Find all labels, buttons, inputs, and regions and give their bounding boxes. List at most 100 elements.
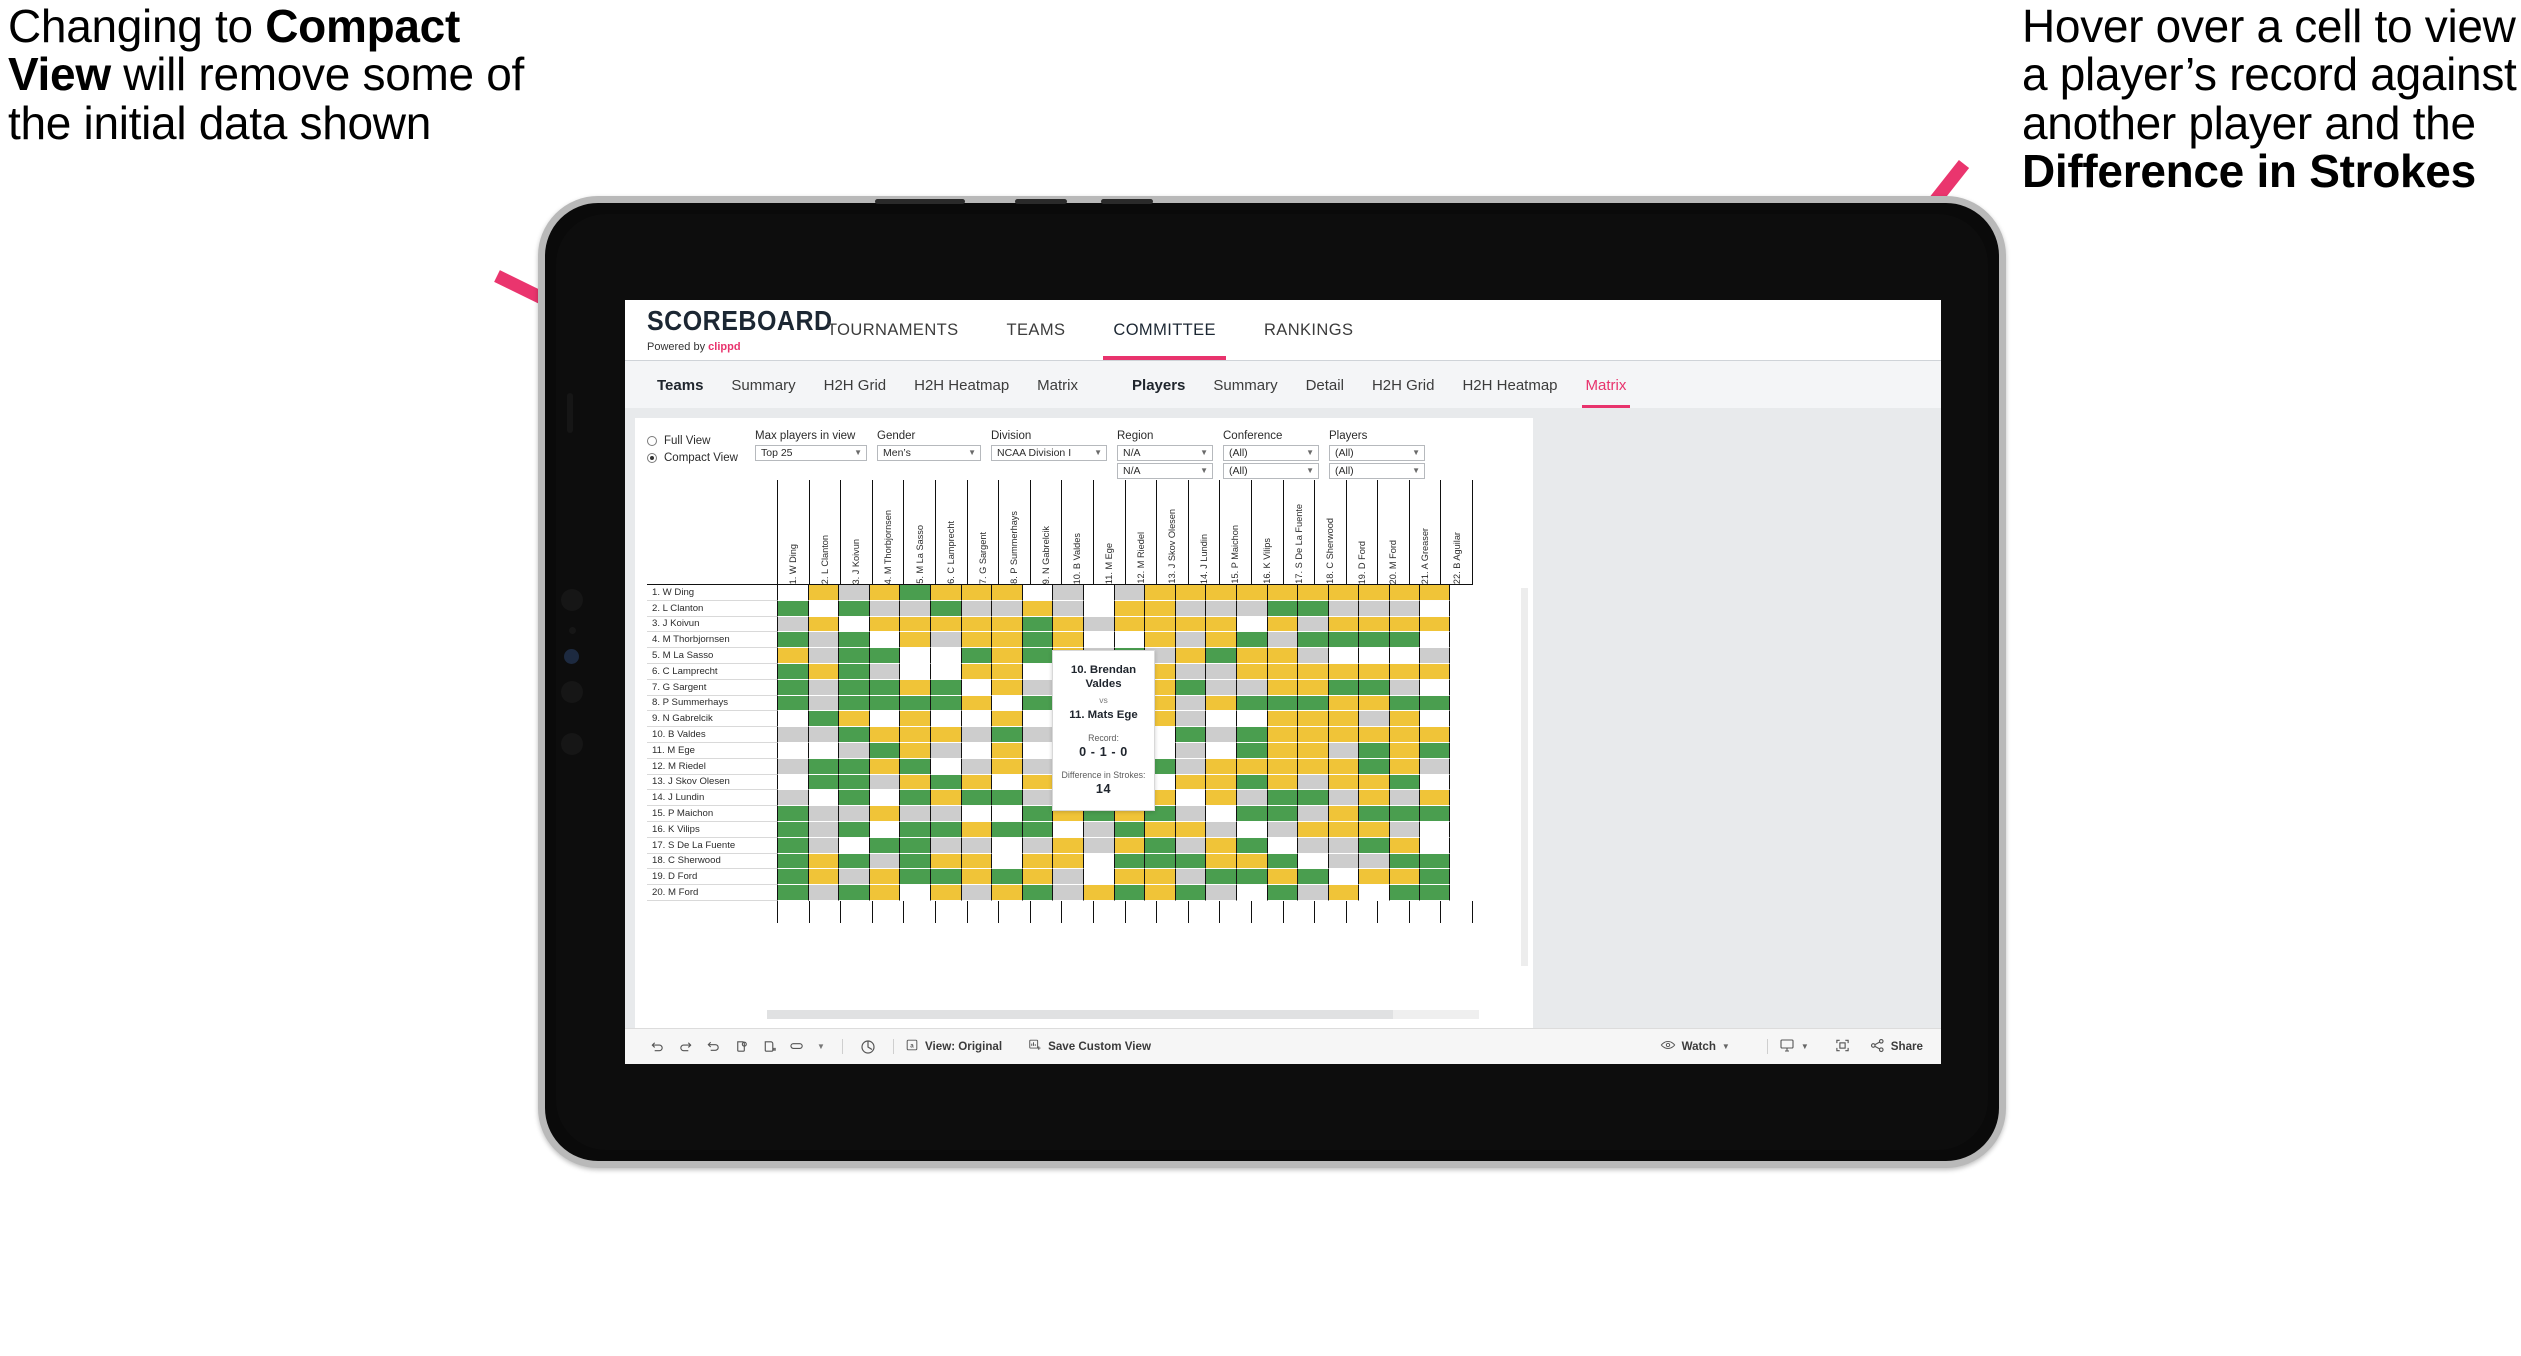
matrix-cell[interactable]: [1082, 853, 1114, 870]
matrix-cell[interactable]: [1419, 885, 1451, 901]
matrix-cell[interactable]: [868, 885, 900, 901]
matrix-cell[interactable]: [1388, 869, 1420, 886]
matrix-cell[interactable]: [960, 585, 992, 601]
matrix-cell[interactable]: [1327, 758, 1359, 775]
matrix-cell[interactable]: [1388, 837, 1420, 854]
matrix-cell[interactable]: [777, 758, 808, 775]
matrix-cell[interactable]: [1297, 679, 1328, 696]
matrix-cell[interactable]: [1174, 869, 1206, 886]
matrix-cell[interactable]: [1113, 853, 1145, 870]
matrix-cell[interactable]: [838, 774, 869, 791]
matrix-cell[interactable]: [1174, 648, 1206, 664]
filter-conference-select-1[interactable]: (All) ▼: [1223, 445, 1319, 461]
matrix-cell[interactable]: [1235, 711, 1267, 728]
matrix-cell[interactable]: [1021, 853, 1053, 870]
matrix-cell[interactable]: [991, 853, 1022, 870]
matrix-cell[interactable]: [1174, 821, 1206, 838]
filter-players-select-2[interactable]: (All) ▼: [1329, 463, 1425, 479]
chevron-down-icon[interactable]: ▼: [811, 1042, 831, 1051]
matrix-cell[interactable]: [1082, 821, 1114, 838]
matrix-cell[interactable]: [1388, 821, 1420, 838]
matrix-cell[interactable]: [1144, 821, 1175, 838]
matrix-cell[interactable]: [1358, 790, 1389, 807]
matrix-cell[interactable]: [1266, 853, 1298, 870]
radio-full-view[interactable]: Full View: [647, 432, 755, 449]
filter-max-players-select[interactable]: Top 25 ▼: [755, 445, 867, 461]
matrix-cell[interactable]: [807, 837, 839, 854]
matrix-cell[interactable]: [991, 821, 1022, 838]
matrix-cell[interactable]: [1297, 790, 1328, 807]
matrix-cell[interactable]: [777, 869, 808, 886]
matrix-cell[interactable]: [991, 711, 1022, 728]
matrix-cell[interactable]: [1419, 774, 1451, 791]
matrix-cell[interactable]: [1021, 821, 1053, 838]
matrix-cell[interactable]: [899, 853, 930, 870]
matrix-cell[interactable]: [899, 727, 930, 743]
matrix-cell[interactable]: [1266, 585, 1298, 601]
matrix-cell[interactable]: [991, 869, 1022, 886]
matrix-cell[interactable]: [1021, 648, 1053, 664]
matrix-cell[interactable]: [991, 695, 1022, 712]
matrix-cell[interactable]: [868, 774, 900, 791]
matrix-cell[interactable]: [1388, 727, 1420, 743]
matrix-cell[interactable]: [1205, 837, 1236, 854]
matrix-cell[interactable]: [960, 632, 992, 649]
matrix-cell[interactable]: [1205, 742, 1236, 759]
matrix-cell[interactable]: [1358, 821, 1389, 838]
matrix-cell[interactable]: [1021, 806, 1053, 822]
matrix-cell[interactable]: [1235, 758, 1267, 775]
matrix-cell[interactable]: [929, 837, 961, 854]
matrix-cell[interactable]: [868, 648, 900, 664]
matrix-cell[interactable]: [1113, 869, 1145, 886]
matrix-cell[interactable]: [868, 632, 900, 649]
matrix-cell[interactable]: [1327, 648, 1359, 664]
matrix-cell[interactable]: [899, 758, 930, 775]
matrix-cell[interactable]: [991, 885, 1022, 901]
matrix-cell[interactable]: [1205, 774, 1236, 791]
matrix-cell[interactable]: [838, 600, 869, 617]
matrix-cell[interactable]: [1297, 727, 1328, 743]
matrix-cell[interactable]: [1266, 742, 1298, 759]
tablet-top-button-1[interactable]: [875, 199, 965, 204]
matrix-cell[interactable]: [1205, 648, 1236, 664]
matrix-cell[interactable]: [929, 790, 961, 807]
matrix-cell[interactable]: [1419, 806, 1451, 822]
matrix-cell[interactable]: [1358, 869, 1389, 886]
matrix-cell[interactable]: [1174, 600, 1206, 617]
matrix-cell[interactable]: [1174, 837, 1206, 854]
matrix-cell[interactable]: [1388, 885, 1420, 901]
matrix-cell[interactable]: [899, 774, 930, 791]
matrix-cell[interactable]: [1113, 600, 1145, 617]
matrix-cell[interactable]: [1235, 837, 1267, 854]
matrix-cell[interactable]: [1235, 774, 1267, 791]
undo-icon[interactable]: [643, 1039, 671, 1054]
matrix-cell[interactable]: [1052, 853, 1083, 870]
matrix-cell[interactable]: [1327, 711, 1359, 728]
matrix-cell[interactable]: [1235, 742, 1267, 759]
matrix-cell[interactable]: [1266, 806, 1298, 822]
matrix-cell[interactable]: [1266, 695, 1298, 712]
matrix-cell[interactable]: [1358, 663, 1389, 680]
matrix-cell[interactable]: [1327, 616, 1359, 633]
matrix-cell[interactable]: [960, 663, 992, 680]
matrix-cell[interactable]: [929, 663, 961, 680]
matrix-cell[interactable]: [1052, 585, 1083, 601]
matrix-cell[interactable]: [1419, 727, 1451, 743]
matrix-cell[interactable]: [1419, 679, 1451, 696]
matrix-cell[interactable]: [1419, 585, 1451, 601]
view-original-button[interactable]: a View: Original: [905, 1038, 1002, 1055]
matrix-cell[interactable]: [929, 727, 961, 743]
matrix-cell[interactable]: [1021, 742, 1053, 759]
matrix-cell[interactable]: [777, 695, 808, 712]
matrix-cell[interactable]: [1266, 663, 1298, 680]
subnav-players-matrix[interactable]: Matrix: [1572, 377, 1641, 408]
matrix-cell[interactable]: [960, 711, 992, 728]
matrix-cell[interactable]: [1113, 885, 1145, 901]
matrix-cell[interactable]: [929, 821, 961, 838]
matrix-cell[interactable]: [1297, 885, 1328, 901]
matrix-cell[interactable]: [1052, 869, 1083, 886]
topnav-item-teams[interactable]: TEAMS: [983, 300, 1090, 360]
matrix-cell[interactable]: [1235, 853, 1267, 870]
matrix-cell[interactable]: [1388, 790, 1420, 807]
matrix-cell[interactable]: [1266, 821, 1298, 838]
